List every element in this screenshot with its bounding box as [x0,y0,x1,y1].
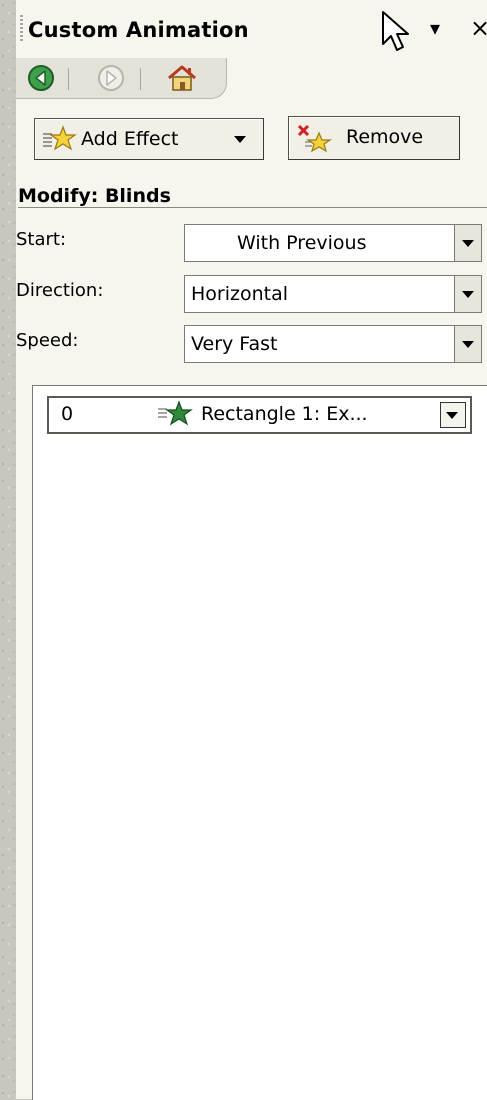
speed-label: Speed: [16,330,79,351]
mouse-pointer-icon [380,10,414,59]
effect-order: 0 [61,403,74,425]
add-effect-button[interactable]: Add Effect [34,118,264,160]
home-icon[interactable] [166,64,196,92]
nav-separator [68,68,69,90]
remove-label: Remove [346,126,424,148]
direction-select[interactable]: Horizontal [184,275,482,313]
start-select[interactable]: With Previous [184,224,482,262]
remove-button[interactable]: Remove [288,116,460,160]
navigation-bar [16,58,227,99]
close-icon[interactable]: × [470,14,487,42]
task-pane-title: Custom Animation [28,18,249,42]
direction-label: Direction: [16,280,104,301]
nav-separator [140,68,141,90]
effects-list[interactable]: 0 Rectangle 1: Ex... [32,385,487,1100]
speed-value: Very Fast [191,333,278,355]
add-effect-star-icon [41,125,77,158]
direction-value: Horizontal [191,283,289,305]
chevron-down-icon[interactable] [454,326,481,362]
remove-effect-icon [297,123,333,158]
entrance-effect-icon [157,400,193,433]
start-label: Start: [16,229,67,250]
back-arrow-icon[interactable] [26,64,56,92]
modify-section-title: Modify: Blinds [18,185,171,207]
effect-label: Rectangle 1: Ex... [201,403,368,425]
section-divider [18,207,487,208]
list-item[interactable]: 0 Rectangle 1: Ex... [47,396,472,434]
chevron-down-icon [234,136,246,143]
task-pane-menu-arrow-icon[interactable]: ▾ [430,16,440,40]
custom-animation-task-pane: Custom Animation ▾ × Add Effect Remove M… [16,0,487,1100]
chevron-down-icon[interactable] [454,276,481,312]
chevron-down-icon[interactable] [440,402,466,428]
drag-grip-icon[interactable] [20,15,23,43]
start-value: With Previous [237,232,367,254]
speed-select[interactable]: Very Fast [184,325,482,363]
add-effect-label: Add Effect [81,128,179,150]
forward-arrow-icon[interactable] [96,64,126,92]
task-pane-title-bar: Custom Animation ▾ × [16,0,487,58]
chevron-down-icon[interactable] [454,225,481,261]
